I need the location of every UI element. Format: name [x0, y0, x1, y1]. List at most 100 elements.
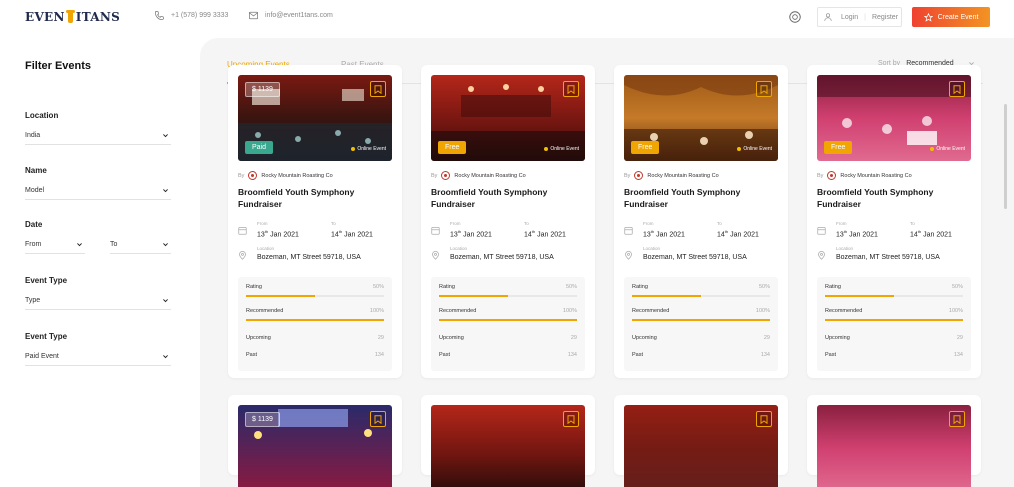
bookmark-icon[interactable] [756, 81, 772, 97]
from-date: 13th Jan 2021 [643, 229, 685, 238]
to-month-year: Jan 2021 [921, 231, 952, 239]
location-label: Location [25, 111, 59, 120]
upcoming-value: 29 [570, 335, 577, 341]
from-label: From [643, 221, 654, 226]
event-card[interactable]: Free Online Event By Rocky Mountain Roast… [421, 65, 595, 378]
recommended-label: Recommended [825, 308, 863, 314]
event-card[interactable] [614, 395, 788, 487]
bookmark-icon[interactable] [370, 411, 386, 427]
date-to-select[interactable]: To [110, 236, 171, 254]
event-card[interactable]: $ 1139 [228, 395, 402, 487]
rating-row: Rating 50% [246, 284, 384, 290]
event-title[interactable]: Broomfield Youth Symphony Fundraiser [431, 187, 581, 210]
upcoming-label: Upcoming [632, 335, 657, 341]
bookmark-icon[interactable] [949, 81, 965, 97]
event-title[interactable]: Broomfield Youth Symphony Fundraiser [817, 187, 967, 210]
organizer-name[interactable]: Rocky Mountain Roasting Co [647, 173, 718, 179]
chevron-down-icon [163, 134, 168, 138]
from-day: 13 [257, 231, 265, 239]
event-title[interactable]: Broomfield Youth Symphony Fundraiser [238, 187, 388, 210]
rating-label: Rating [246, 284, 262, 290]
rating-label: Rating [632, 284, 648, 290]
chevron-down-icon [163, 189, 168, 193]
date-from-select[interactable]: From [25, 236, 85, 254]
event-card[interactable]: Free Online Event By Rocky Mountain Roast… [807, 65, 981, 378]
recommended-bar [632, 319, 770, 321]
event-card[interactable]: $ 1139 Paid Online Event By Rocky Mountai… [228, 65, 402, 378]
past-row: Past 134 [246, 352, 384, 358]
organizer-avatar [248, 171, 258, 180]
rating-label: Rating [439, 284, 455, 290]
name-select[interactable]: Model [25, 182, 171, 200]
from-month-year: Jan 2021 [847, 231, 878, 239]
date-label: Date [25, 220, 43, 229]
create-event-label: Create Event [937, 13, 979, 21]
organizer-name[interactable]: Rocky Mountain Roasting Co [454, 173, 525, 179]
organizer: By Rocky Mountain Roasting Co [817, 171, 912, 180]
register-link[interactable]: Register [872, 14, 898, 21]
location-pin-icon [239, 251, 246, 260]
price-tag: $ 1139 [245, 82, 280, 97]
recommended-value: 100% [948, 308, 963, 314]
location-label: Location [643, 246, 661, 251]
bookmark-icon[interactable] [370, 81, 386, 97]
scrollbar[interactable] [1004, 104, 1007, 209]
login-register-box: Login | Register [817, 7, 902, 27]
from-label: From [450, 221, 461, 226]
recommended-row: Recommended 100% [246, 308, 384, 314]
event-card[interactable] [421, 395, 595, 487]
online-event-label: Online Event [743, 146, 772, 152]
event-stats: Rating 50% Recommended 100% Upcoming 29 Pas… [238, 277, 392, 371]
rating-bar [825, 295, 963, 297]
upcoming-row: Upcoming 29 [632, 335, 770, 341]
rating-bar [246, 295, 384, 297]
upcoming-label: Upcoming [246, 335, 271, 341]
organizer-name[interactable]: Rocky Mountain Roasting Co [840, 173, 911, 179]
bookmark-icon[interactable] [949, 411, 965, 427]
rating-value: 50% [565, 284, 577, 290]
past-label: Past [439, 352, 451, 358]
user-icon [824, 13, 832, 21]
location-label: Location [257, 246, 275, 251]
create-event-button[interactable]: Create Event [912, 7, 990, 27]
past-label: Past [825, 352, 837, 358]
login-link[interactable]: Login [841, 14, 858, 21]
event-stats: Rating 50% Recommended 100% Upcoming 29 Pas… [431, 277, 585, 371]
event-location: Bozeman, MT Street 59718, USA [450, 254, 554, 261]
to-month-year: Jan 2021 [728, 231, 759, 239]
calendar-icon [431, 227, 440, 235]
bookmark-icon[interactable] [563, 81, 579, 97]
to-date: 14th Jan 2021 [331, 229, 373, 238]
date-from-value: From [25, 241, 42, 248]
phone-contact[interactable]: +1 (578) 999 3333 [154, 10, 228, 21]
recommended-bar [246, 319, 384, 321]
from-label: From [836, 221, 847, 226]
bookmark-icon[interactable] [563, 411, 579, 427]
upcoming-row: Upcoming 29 [246, 335, 384, 341]
price-tag: $ 1139 [245, 412, 280, 427]
by-label: By [431, 172, 438, 179]
from-month-year: Jan 2021 [461, 231, 492, 239]
event-title[interactable]: Broomfield Youth Symphony Fundraiser [624, 187, 774, 210]
email-contact[interactable]: info@event1tans.com [248, 10, 333, 21]
recommended-label: Recommended [632, 308, 670, 314]
online-event-label: Online Event [550, 146, 579, 152]
calendar-icon [238, 227, 247, 235]
event-card[interactable]: Free Online Event By Rocky Mountain Roast… [614, 65, 788, 378]
logo[interactable]: EVEN ITANS [25, 10, 120, 24]
event-type-select[interactable]: Type [25, 292, 171, 310]
event-pricing-select[interactable]: Paid Event [25, 348, 171, 366]
recommended-bar-fill [246, 319, 384, 321]
event-stats: Rating 50% Recommended 100% Upcoming 29 Pas… [817, 277, 971, 371]
organizer-avatar [827, 171, 837, 180]
event-card[interactable] [807, 395, 981, 487]
rating-row: Rating 50% [439, 284, 577, 290]
location-select[interactable]: India [25, 127, 171, 145]
recommended-value: 100% [755, 308, 770, 314]
recommended-label: Recommended [439, 308, 477, 314]
organizer-name[interactable]: Rocky Mountain Roasting Co [261, 173, 332, 179]
bookmark-icon[interactable] [756, 411, 772, 427]
language-globe-icon[interactable] [788, 10, 802, 24]
from-day: 13 [450, 231, 458, 239]
from-month-year: Jan 2021 [654, 231, 685, 239]
